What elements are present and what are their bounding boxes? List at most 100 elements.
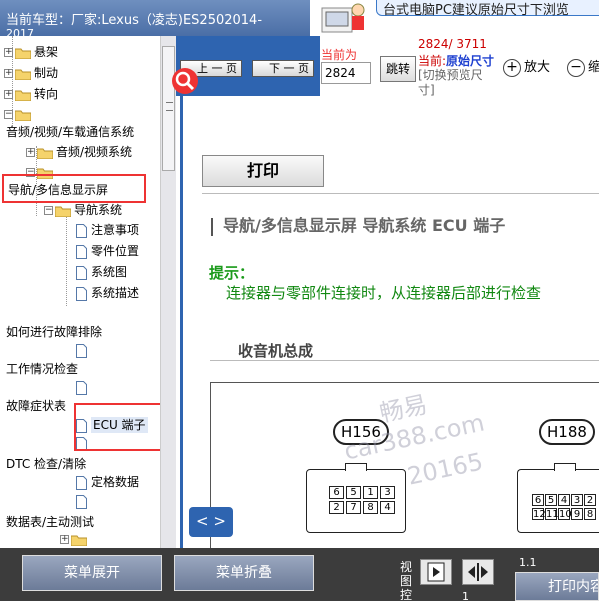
document-icon	[76, 494, 87, 509]
title-bar: 当前车型：厂家:Lexus（凌志)ES2502014- 2017	[0, 0, 310, 36]
pin: 10	[558, 508, 572, 520]
collapse-icon[interactable]: −	[44, 206, 53, 215]
document-icon	[76, 475, 87, 490]
menu-collapse-button[interactable]: 菜单折叠	[174, 555, 314, 591]
viewer-border	[180, 96, 183, 548]
tree-item-suspension[interactable]: + 悬架	[4, 42, 58, 62]
folder-open-icon	[37, 168, 53, 179]
component-title: 收音机总成	[238, 342, 314, 360]
tree-item-brake[interactable]: + 制动	[4, 63, 58, 83]
page-count: 2824/ 3711	[418, 37, 487, 51]
tip-label: 提示：	[209, 264, 255, 282]
pin: 8	[584, 508, 596, 520]
expand-icon[interactable]: +	[4, 90, 13, 99]
tree-scrollbar[interactable]	[160, 36, 176, 548]
collapse-icon[interactable]: −	[26, 168, 35, 177]
tree-item-parts-location[interactable]: 零件位置	[76, 241, 139, 261]
document-icon	[76, 418, 87, 433]
fit-width-icon	[468, 563, 488, 581]
tree-item-open-folder[interactable]: −	[4, 104, 34, 124]
tree-item-doc-c[interactable]	[76, 433, 91, 453]
document-icon	[76, 343, 87, 358]
pin: 11	[545, 508, 559, 520]
print-content-button[interactable]: 打印内容	[515, 572, 599, 601]
document-icon	[76, 223, 87, 238]
zoom-in-button[interactable]: + 放大	[503, 56, 550, 77]
mascot-icon	[321, 3, 365, 33]
tree-item-dtc-check[interactable]: DTC 检查/清除	[6, 454, 86, 474]
tree-item-more[interactable]: +	[60, 529, 90, 548]
tree-item-audio-video[interactable]: + 音频/视频系统	[26, 142, 132, 162]
tree-item-navigation-system[interactable]: − 导航系统	[44, 200, 122, 220]
vehicle-prefix: 当前车型：	[6, 13, 72, 28]
arrow-right-box-icon	[427, 562, 445, 582]
tree-item-freeze-frame[interactable]: 定格数据	[76, 472, 139, 492]
pin: 12	[532, 508, 546, 520]
pin: 5	[346, 486, 361, 499]
page-nav-toggle-button[interactable]: < >	[189, 507, 233, 537]
collapse-icon[interactable]: −	[4, 110, 13, 119]
section-title: 导航/多信息显示屏 导航系统 ECU 端子	[211, 212, 505, 236]
tree-item-operation-check[interactable]: 工作情况检查	[6, 359, 78, 379]
tree-item-troubleshooting[interactable]: 如何进行故障排除	[6, 322, 102, 342]
folder-icon	[37, 148, 53, 159]
tip-text: 连接器与零部件连接时，从连接器后部进行检查	[226, 284, 542, 302]
view-single-button[interactable]	[420, 559, 452, 585]
document-icon	[76, 244, 87, 259]
tree-item-system-diagram[interactable]: 系统图	[76, 262, 127, 282]
switch-preview-size-link[interactable]: [切换预览尺寸]	[418, 68, 488, 98]
pin: 8	[363, 501, 378, 514]
zoom-out-button[interactable]: − 缩	[567, 56, 599, 77]
tree-item-doc-a[interactable]	[76, 340, 91, 360]
document-icon	[76, 436, 87, 451]
pin: 2	[329, 501, 344, 514]
grip-icon	[166, 102, 173, 111]
watermark-line: 20165	[404, 447, 486, 491]
pin: 6	[532, 494, 544, 506]
pin: 4	[558, 494, 570, 506]
pin: 3	[380, 486, 395, 499]
tree-item-doc-d[interactable]	[76, 491, 91, 511]
tree-item-navigation-display[interactable]: 导航/多信息显示屏	[8, 180, 108, 200]
document-icon	[76, 380, 87, 395]
expand-icon[interactable]: +	[26, 148, 35, 157]
expand-icon[interactable]: +	[4, 69, 13, 78]
print-button[interactable]: 打印	[202, 155, 324, 187]
tree-item-doc-b[interactable]	[76, 377, 91, 397]
tree-item-nav-folder[interactable]: −	[26, 162, 56, 182]
document-icon	[76, 265, 87, 280]
search-icon	[175, 71, 195, 91]
folder-icon	[15, 48, 31, 59]
divider	[210, 360, 599, 361]
view-control-label: 视图控	[400, 560, 413, 602]
view-fit-button[interactable]	[462, 559, 494, 585]
tree-item-ecu-terminals[interactable]: ECU 端子	[76, 415, 148, 435]
tree-item-steering[interactable]: + 转向	[4, 84, 58, 104]
vehicle-title: 当前车型：厂家:Lexus（凌志)ES2502014-	[6, 9, 262, 28]
vehicle-year: 2017	[6, 27, 34, 36]
jump-button[interactable]: 跳转	[380, 56, 416, 82]
tree-item-precautions[interactable]: 注意事项	[76, 220, 139, 240]
scrollbar-thumb[interactable]	[162, 46, 175, 171]
zoom-in-icon: +	[503, 58, 521, 77]
pin: 7	[346, 501, 361, 514]
banner: 台式电脑PC建议原始尺寸下浏览	[310, 0, 599, 36]
folder-open-icon	[55, 206, 71, 217]
tree-item-symptom-table[interactable]: 故障症状表	[6, 396, 66, 416]
pin: 9	[571, 508, 583, 520]
pin: 5	[545, 494, 557, 506]
tree-item-system-description[interactable]: 系统描述	[76, 283, 139, 303]
tree-item-audio-video-comm[interactable]: 音频/视频/车载通信系统	[6, 122, 134, 142]
connector-label-h188: H188	[539, 419, 595, 445]
menu-expand-button[interactable]: 菜单展开	[22, 555, 162, 591]
menu-tree: + 悬架 + 制动 + 转向 − 音频/视频/车载通信系统 + 音频/视频系统 − 导航…	[0, 36, 160, 548]
expand-icon[interactable]: +	[4, 48, 13, 57]
pin: 1	[363, 486, 378, 499]
expand-icon[interactable]: +	[60, 535, 69, 544]
page-small: 1	[462, 590, 469, 603]
next-page-button[interactable]: 下 一 页	[252, 60, 314, 77]
search-button[interactable]	[172, 68, 198, 94]
page-number-input[interactable]	[321, 62, 371, 84]
vehicle-name: 厂家:Lexus（凌志)ES2502014-	[71, 13, 263, 28]
document-icon	[76, 286, 87, 301]
